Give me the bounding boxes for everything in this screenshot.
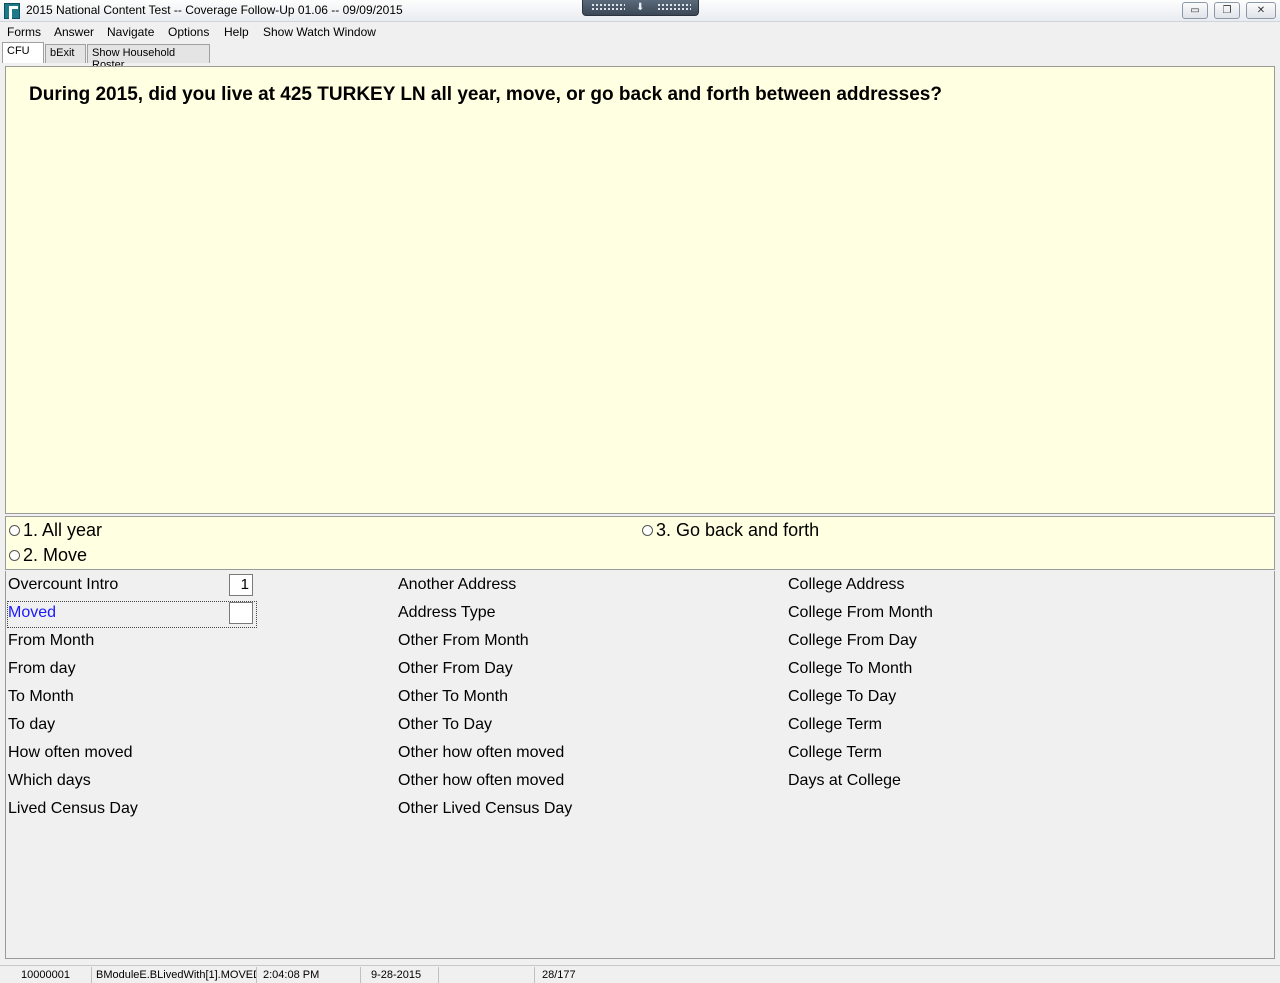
radio-button-icon[interactable] [9, 550, 20, 561]
field-which-days[interactable]: Which days [8, 772, 91, 790]
field-another-address[interactable]: Another Address [398, 576, 516, 594]
field-from-day[interactable]: From day [8, 660, 76, 678]
radio-button-icon[interactable] [9, 525, 20, 536]
field-days-at-college[interactable]: Days at College [788, 772, 901, 790]
field-other-from-month[interactable]: Other From Month [398, 632, 529, 650]
field-other-to-day[interactable]: Other To Day [398, 716, 492, 734]
field-address-type[interactable]: Address Type [398, 604, 496, 622]
field-college-to-month[interactable]: College To Month [788, 660, 912, 678]
field-from-month[interactable]: From Month [8, 632, 94, 650]
field-to-month[interactable]: To Month [8, 688, 74, 706]
field-moved[interactable]: Moved [8, 604, 56, 622]
tab-strip: CFU bExit Show Household Roster [0, 42, 1280, 71]
menu-show-watch-window[interactable]: Show Watch Window [263, 25, 376, 39]
answer-option-move[interactable]: 2. Move [9, 545, 87, 566]
menu-navigate[interactable]: Navigate [107, 25, 154, 39]
answer-label: 1. All year [23, 520, 103, 540]
field-college-address[interactable]: College Address [788, 576, 905, 594]
close-button[interactable]: ✕ [1246, 2, 1276, 19]
radio-button-icon[interactable] [642, 525, 653, 536]
menu-answer[interactable]: Answer [54, 25, 94, 39]
menu-options[interactable]: Options [168, 25, 209, 39]
grip-dots-left-icon [591, 3, 625, 10]
status-blank [439, 967, 535, 983]
field-college-to-day[interactable]: College To Day [788, 688, 896, 706]
question-pane: During 2015, did you live at 425 TURKEY … [5, 66, 1275, 514]
answer-option-go-back-and-forth[interactable]: 3. Go back and forth [642, 520, 819, 541]
field-college-term-2[interactable]: College Term [788, 744, 882, 762]
field-overcount-intro-value[interactable]: 1 [229, 574, 253, 596]
field-other-lived-census-day[interactable]: Other Lived Census Day [398, 800, 572, 818]
field-to-day[interactable]: To day [8, 716, 55, 734]
field-other-how-often-moved[interactable]: Other how often moved [398, 744, 564, 762]
menu-help[interactable]: Help [224, 25, 249, 39]
title-bar: 2015 National Content Test -- Coverage F… [0, 0, 1280, 22]
answer-pane: 1. All year 2. Move 3. Go back and forth [5, 516, 1275, 570]
menu-forms[interactable]: Forms [7, 25, 41, 39]
answer-label: 2. Move [23, 545, 88, 565]
status-field-path: BModuleE.BLivedWith[1].MOVED [92, 967, 257, 983]
field-other-how-often-moved-2[interactable]: Other how often moved [398, 772, 564, 790]
field-lived-census-day[interactable]: Lived Census Day [8, 800, 138, 818]
tab-show-household-roster[interactable]: Show Household Roster [87, 44, 210, 71]
question-text: During 2015, did you live at 425 TURKEY … [29, 84, 942, 105]
field-other-to-month[interactable]: Other To Month [398, 688, 508, 706]
tab-cfu[interactable]: CFU [2, 42, 44, 63]
field-college-term[interactable]: College Term [788, 716, 882, 734]
grip-dots-right-icon [657, 3, 691, 10]
status-date: 9-28-2015 [361, 967, 439, 983]
answer-option-all-year[interactable]: 1. All year [9, 520, 102, 541]
field-overcount-intro[interactable]: Overcount Intro [8, 576, 118, 594]
field-how-often-moved[interactable]: How often moved [8, 744, 133, 762]
status-time: 2:04:08 PM [257, 967, 361, 983]
window-title: 2015 National Content Test -- Coverage F… [26, 3, 403, 17]
status-case-id: 10000001 [0, 967, 92, 983]
arrow-down-icon: ⬇ [636, 2, 645, 13]
field-other-from-day[interactable]: Other From Day [398, 660, 513, 678]
app-logo-icon[interactable] [4, 3, 20, 19]
field-college-from-month[interactable]: College From Month [788, 604, 933, 622]
status-bar: 10000001 BModuleE.BLivedWith[1].MOVED 2:… [0, 965, 1280, 983]
field-moved-value[interactable] [229, 602, 253, 624]
toolbar-grabber[interactable]: ⬇ [582, 0, 699, 16]
menu-bar: Forms Answer Navigate Options Help Show … [0, 22, 1280, 42]
answer-label: 3. Go back and forth [656, 520, 820, 540]
maximize-button[interactable]: ❐ [1214, 2, 1240, 19]
field-grid: Overcount Intro 1 Moved From Month From … [5, 571, 1275, 959]
tab-bexit[interactable]: bExit [45, 44, 86, 63]
field-college-from-day[interactable]: College From Day [788, 632, 917, 650]
status-page: 28/177 [542, 969, 576, 981]
minimize-button[interactable]: ▭ [1182, 2, 1208, 19]
